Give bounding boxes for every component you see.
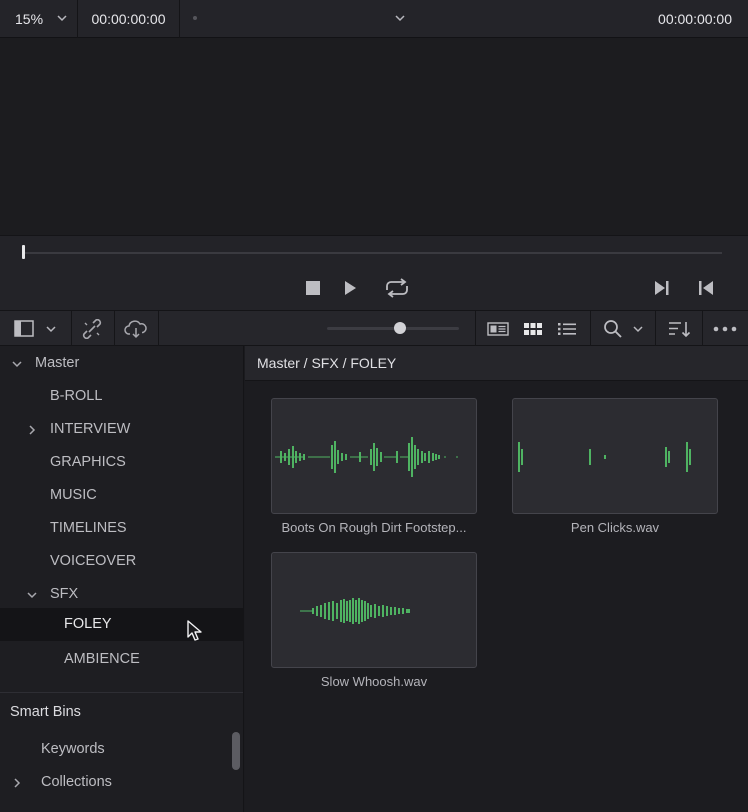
- previous-clip-icon: [699, 281, 713, 295]
- search-button[interactable]: [598, 311, 650, 346]
- bin-label: MUSIC: [50, 487, 97, 503]
- play-icon: [345, 281, 356, 295]
- sort-button[interactable]: [664, 311, 696, 346]
- bin-graphics[interactable]: GRAPHICS: [0, 446, 243, 479]
- bin-interview[interactable]: INTERVIEW: [0, 413, 243, 446]
- bin-label: VOICEOVER: [50, 553, 137, 569]
- clip-tile[interactable]: Boots On Rough Dirt Footstep...: [271, 398, 477, 535]
- next-clip-button[interactable]: [652, 279, 672, 297]
- chevron-down-icon[interactable]: [25, 588, 39, 606]
- bin-label: TIMELINES: [50, 520, 127, 536]
- sidebar-scrollbar[interactable]: [232, 732, 240, 770]
- waveform-thumbnail[interactable]: [271, 552, 477, 668]
- mouse-cursor-icon: [187, 620, 203, 647]
- cloud-sync-icon: [124, 319, 147, 338]
- chevron-down-icon[interactable]: [393, 11, 407, 30]
- bin-timelines[interactable]: TIMELINES: [0, 512, 243, 545]
- bin-sidebar: Master B-ROLL INTERVIEW GRAPHICS MUSIC T…: [0, 346, 244, 812]
- source-timecode[interactable]: 00:00:00:00: [78, 0, 180, 38]
- bin-label: INTERVIEW: [50, 421, 131, 437]
- previous-clip-button[interactable]: [696, 279, 716, 297]
- bin-music[interactable]: MUSIC: [0, 479, 243, 512]
- zoom-value: 15%: [15, 11, 44, 27]
- chevron-down-icon: [46, 325, 56, 332]
- list-view-icon: [558, 322, 576, 335]
- smart-bin-keywords[interactable]: Keywords: [0, 733, 243, 766]
- bin-content: Master / SFX / FOLEY Boots On Rough Dirt…: [245, 346, 748, 812]
- clip-tile[interactable]: Slow Whoosh.wav: [271, 552, 477, 689]
- bin-label: Master: [35, 355, 80, 371]
- breadcrumb: Master / SFX / FOLEY: [245, 346, 748, 381]
- loop-button[interactable]: [383, 276, 411, 300]
- bin-label: Collections: [41, 774, 112, 790]
- unlink-icon: [82, 318, 102, 339]
- thumbnail-grid-icon: [524, 322, 542, 335]
- waveform-thumbnail[interactable]: [512, 398, 718, 514]
- marker-dot-icon: [193, 16, 197, 20]
- panel-layout-button[interactable]: [6, 311, 66, 346]
- cloud-sync-button[interactable]: [115, 311, 157, 346]
- panel-layout-icon: [14, 319, 34, 337]
- waveform-thumbnail[interactable]: [271, 398, 477, 514]
- smart-bin-collections[interactable]: Collections: [0, 766, 243, 799]
- metadata-view-icon: [487, 321, 509, 336]
- bin-label: Keywords: [41, 741, 105, 757]
- list-view-button[interactable]: [554, 311, 580, 346]
- chevron-right-icon[interactable]: [25, 423, 39, 441]
- bin-foley[interactable]: FOLEY: [0, 608, 243, 641]
- thumbnail-view-button[interactable]: [520, 311, 546, 346]
- slider-handle[interactable]: [394, 322, 406, 334]
- source-viewer[interactable]: [0, 38, 748, 235]
- stop-button[interactable]: [304, 279, 322, 297]
- unlink-button[interactable]: [72, 311, 112, 346]
- stop-icon: [306, 281, 320, 295]
- more-options-icon: [713, 326, 737, 331]
- clip-name: Boots On Rough Dirt Footstep...: [281, 520, 467, 535]
- thumbnail-size-slider[interactable]: [327, 327, 459, 330]
- transport-controls: [0, 235, 748, 310]
- clip-tile[interactable]: Pen Clicks.wav: [512, 398, 718, 535]
- playhead[interactable]: [22, 245, 25, 259]
- section-divider: [0, 692, 243, 693]
- bin-label: AMBIENCE: [64, 651, 140, 667]
- chevron-down-icon: [633, 325, 643, 332]
- play-button[interactable]: [341, 279, 359, 297]
- bin-voiceover[interactable]: VOICEOVER: [0, 545, 243, 578]
- chevron-down-icon[interactable]: [10, 357, 24, 375]
- viewer-header: 15% 00:00:00:00 00:00:00:00: [0, 0, 748, 38]
- media-pool-toolbar: [0, 310, 748, 346]
- record-timecode[interactable]: 00:00:00:00: [658, 0, 732, 38]
- chevron-right-icon[interactable]: [10, 776, 24, 794]
- bin-label: GRAPHICS: [50, 454, 126, 470]
- bin-b-roll[interactable]: B-ROLL: [0, 380, 243, 413]
- next-clip-icon: [655, 281, 669, 295]
- bin-label: SFX: [50, 586, 79, 602]
- loop-icon: [386, 278, 408, 298]
- chevron-down-icon: [55, 11, 69, 28]
- bin-ambience[interactable]: AMBIENCE: [0, 643, 243, 676]
- clip-name: Slow Whoosh.wav: [320, 674, 428, 689]
- metadata-view-button[interactable]: [484, 311, 512, 346]
- scrubber-track[interactable]: [25, 252, 722, 254]
- smart-bins-title: Smart Bins: [10, 704, 81, 720]
- bin-master[interactable]: Master: [0, 347, 243, 380]
- bin-label: FOLEY: [64, 616, 112, 632]
- more-options-button[interactable]: [708, 311, 742, 346]
- clip-name: Pen Clicks.wav: [570, 520, 660, 535]
- bin-label: B-ROLL: [50, 388, 103, 404]
- bin-sfx[interactable]: SFX: [0, 578, 243, 611]
- zoom-dropdown[interactable]: 15%: [0, 0, 78, 38]
- search-icon: [604, 319, 622, 338]
- sort-icon: [669, 321, 691, 337]
